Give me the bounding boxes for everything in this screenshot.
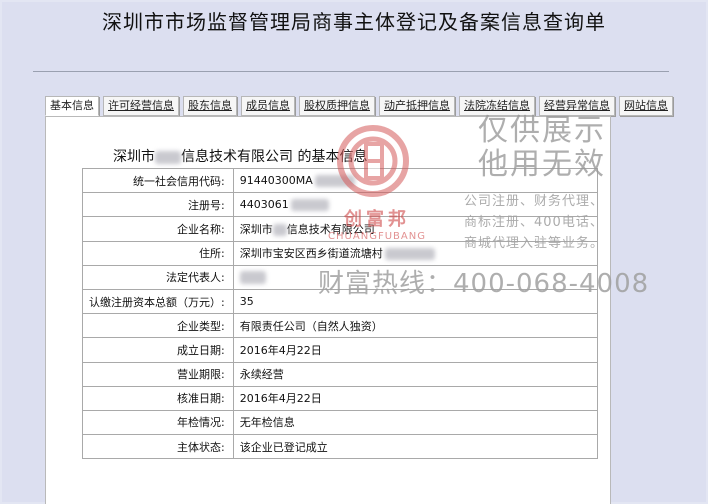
display-only-watermark: 仅供展示 他用无效 — [478, 114, 606, 182]
tab-license-info[interactable]: 许可经营信息 — [103, 96, 179, 116]
page-title: 深圳市市场监督管理局商事主体登记及备案信息查询单 — [102, 10, 606, 34]
table-row: 主体状态: 该企业已登记成立 — [82, 434, 599, 460]
tab-member-info[interactable]: 成员信息 — [241, 96, 295, 116]
address-value: 深圳市宝安区西乡街道流塘村 — [239, 247, 383, 261]
tab-website-info[interactable]: 网站信息 — [619, 96, 673, 116]
tab-chattel-mortgage-info[interactable]: 动产抵押信息 — [379, 96, 455, 116]
watermark-line2: 他用无效 — [478, 147, 606, 182]
redacted-block — [155, 150, 181, 164]
table-caption: 深圳市 信息技术有限公司 的基本信息 — [113, 146, 367, 166]
table-row: 核准日期: 2016年4月22日 — [82, 385, 599, 411]
row-key: 统一社会信用代码: — [82, 167, 234, 194]
row-key: 企业类型: — [82, 313, 234, 339]
tab-shareholder-info[interactable]: 股东信息 — [183, 96, 237, 116]
credit-code-value: 91440300MA — [239, 174, 313, 188]
hotline-watermark: 财富热线：400-068-4008 — [318, 269, 650, 299]
business-term-value: 永续经营 — [232, 361, 599, 387]
brand-name-cn: 创富邦 — [344, 209, 410, 230]
caption-prefix: 深圳市 — [113, 149, 155, 165]
annual-inspection-value: 无年检信息 — [232, 409, 599, 436]
row-key: 注册号: — [82, 192, 234, 218]
row-key: 认缴注册资本总额（万元）: — [82, 288, 234, 315]
company-type-value: 有限责任公司（自然人独资） — [232, 313, 599, 339]
redacted-block — [272, 223, 287, 236]
services-line: 商城代理入驻等业务。 — [464, 236, 605, 251]
services-line: 公司注册、财务代理、 — [464, 194, 605, 209]
divider — [33, 71, 669, 72]
approval-date-value: 2016年4月22日 — [232, 385, 599, 411]
table-row: 年检情况: 无年检信息 — [82, 409, 599, 436]
table-row: 企业类型: 有限责任公司（自然人独资） — [82, 313, 599, 339]
table-row: 营业期限: 永续经营 — [82, 361, 599, 387]
row-key: 年检情况: — [82, 409, 234, 436]
row-key: 成立日期: — [82, 337, 234, 363]
entity-status-value: 该企业已登记成立 — [232, 434, 599, 460]
redacted-block — [239, 271, 266, 285]
services-watermark: 公司注册、财务代理、 商标注册、400电话、 商城代理入驻等业务。 — [464, 191, 704, 254]
row-key: 营业期限: — [82, 361, 234, 387]
caption-suffix: 信息技术有限公司 — [181, 149, 293, 165]
brand-logo-icon — [337, 125, 409, 197]
row-key: 核准日期: — [82, 385, 234, 411]
watermark-line1: 仅供展示 — [478, 113, 606, 148]
tab-equity-pledge-info[interactable]: 股权质押信息 — [299, 96, 375, 116]
brand-name-en: CHUANGFUBANG — [328, 231, 426, 242]
row-key: 企业名称: — [82, 216, 234, 242]
company-name-prefix: 深圳市 — [239, 222, 273, 236]
table-row: 成立日期: 2016年4月22日 — [82, 337, 599, 363]
founded-date-value: 2016年4月22日 — [232, 337, 599, 363]
row-key: 住所: — [82, 240, 234, 266]
tab-basic-info[interactable]: 基本信息 — [45, 96, 99, 116]
services-line: 商标注册、400电话、 — [464, 215, 604, 230]
reg-number-value: 4403061 — [239, 198, 289, 212]
brand-watermark: 创富邦 CHUANGFUBANG — [322, 205, 432, 242]
redacted-block — [384, 248, 435, 261]
row-key: 主体状态: — [82, 434, 234, 460]
row-key: 法定代表人: — [82, 264, 234, 290]
